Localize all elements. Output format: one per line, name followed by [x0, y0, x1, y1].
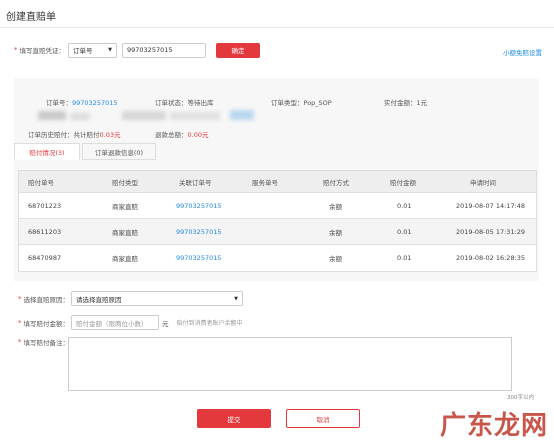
paid-amount-field: 实付金额：1元 [384, 97, 427, 107]
refund-total-field: 退款总额：0.00元 [155, 129, 208, 139]
required-mark: * [14, 46, 18, 54]
confirm-button[interactable]: 确定 [216, 42, 260, 58]
tab-refund-info[interactable]: 订单退款信息(0) [82, 143, 156, 160]
reason-row: * 选择直赔原因： 请选择直赔原因 ▼ [18, 291, 243, 306]
payout-type: 商家直赔 [112, 255, 138, 263]
payout-amount: 0.01 [397, 227, 412, 236]
payout-type: 商家直赔 [112, 228, 138, 237]
payout-table: 赔付单号 赔付类型 关联订单号 服务单号 赔付方式 赔付金额 申请时间 6870… [18, 170, 537, 272]
order-type-value: Pop_SOP [303, 99, 332, 107]
payout-method: 余额 [329, 202, 342, 211]
voucher-row: * 填写直赔凭证： 订单号 ▼ 99703257015 确定 [14, 42, 260, 58]
history-payout-amount: 0.03元 [99, 131, 121, 139]
history-payout-label: 订单历史赔付：共计赔付 [28, 131, 100, 139]
payout-amount: 0.01 [397, 201, 412, 210]
column-header: 赔付金额 [390, 178, 416, 187]
small-amount-settings-link[interactable]: 小额免赔设置 [503, 47, 542, 57]
order-no-field: 订单号：99703257015 [46, 97, 118, 107]
tab-bar: 赔付情况(3) 订单退款信息(0) [14, 143, 158, 160]
column-header: 申请时间 [470, 178, 496, 187]
tab-payout-status[interactable]: 赔付情况(3) [14, 143, 80, 160]
title-divider [0, 27, 554, 28]
column-header: 赔付方式 [323, 178, 349, 187]
required-mark: * [18, 294, 22, 303]
paid-amount-value: 1元 [416, 99, 428, 107]
amount-input[interactable]: 赔付金额（限两位小数） [71, 315, 159, 330]
chevron-down-icon: ▼ [234, 295, 238, 302]
table-row: 68470987 商家直赔 99703257015 余额 0.01 2019-0… [19, 245, 536, 271]
column-header: 赔付单号 [28, 178, 54, 187]
reason-select-value: 请选择直赔原因 [76, 295, 122, 304]
redacted-block [170, 112, 220, 120]
order-number-input[interactable]: 99703257015 [122, 42, 206, 58]
apply-time: 2019-08-07 14:17:48 [456, 201, 526, 210]
payout-id: 68701223 [28, 201, 62, 210]
history-payout-field: 订单历史赔付：共计赔付0.03元 [28, 129, 120, 139]
reason-select[interactable]: 请选择直赔原因 ▼ [71, 291, 243, 306]
apply-time: 2019-08-05 17:31:29 [456, 227, 526, 236]
redacted-block [122, 111, 166, 120]
order-no-label: 订单号： [46, 99, 72, 107]
table-header: 赔付单号 赔付类型 关联订单号 服务单号 赔付方式 赔付金额 申请时间 [19, 171, 536, 193]
related-order-link[interactable]: 99703257015 [176, 219, 222, 244]
remark-label: 填写赔付备注： [23, 339, 70, 347]
refund-total-amount: 0.00元 [187, 131, 209, 139]
order-no-link[interactable]: 99703257015 [72, 99, 118, 107]
payout-id: 68611203 [28, 227, 62, 236]
amount-unit: 元 [162, 319, 169, 328]
column-header: 服务单号 [252, 178, 278, 187]
payout-amount: 0.01 [397, 254, 412, 262]
redacted-block [38, 111, 66, 120]
payout-method: 余额 [329, 255, 342, 263]
order-status-field: 订单状态：等待出库 [155, 97, 214, 107]
chevron-down-icon: ▼ [108, 47, 112, 53]
apply-time: 2019-08-02 16:28:35 [456, 254, 526, 262]
remark-textarea[interactable] [68, 337, 512, 391]
column-header: 赔付类型 [112, 178, 138, 187]
required-mark: * [18, 318, 22, 327]
amount-row: * 填写赔付金额： 赔付金额（限两位小数） 元 赔付到消费者账户余额中 [18, 315, 243, 330]
submit-button[interactable]: 提交 [197, 409, 271, 428]
page-title: 创建直赔单 [6, 12, 56, 23]
amount-hint: 赔付到消费者账户余额中 [176, 320, 243, 327]
reason-label: 选择直赔原因： [23, 295, 70, 304]
redacted-block [70, 113, 90, 120]
table-row: 68701223 商家直赔 99703257015 余额 0.01 2019-0… [19, 193, 536, 219]
payout-type: 商家直赔 [112, 202, 138, 211]
remark-counter: 300字以内 [507, 395, 534, 401]
order-status-value: 等待出库 [187, 99, 214, 107]
order-type-label: 订单类型： [271, 99, 304, 107]
voucher-type-select[interactable]: 订单号 ▼ [68, 42, 117, 58]
cancel-button[interactable]: 取消 [286, 409, 360, 428]
paid-amount-label: 实付金额： [384, 99, 417, 107]
required-mark: * [18, 338, 22, 346]
column-header: 关联订单号 [179, 178, 212, 187]
amount-label: 填写赔付金额： [23, 319, 70, 328]
voucher-label: 填写直赔凭证： [19, 47, 66, 55]
voucher-type-value: 订单号 [73, 47, 93, 55]
refund-total-label: 退款总额： [155, 131, 188, 139]
redacted-block [230, 110, 254, 120]
payout-id: 68470987 [28, 254, 62, 262]
order-status-label: 订单状态： [155, 99, 188, 107]
related-order-link[interactable]: 99703257015 [176, 245, 222, 271]
payout-method: 余额 [329, 228, 342, 237]
order-type-field: 订单类型：Pop_SOP [271, 97, 332, 107]
watermark-logo: 广东龙网 [439, 411, 548, 441]
table-row: 68611203 商家直赔 99703257015 余额 0.01 2019-0… [19, 219, 536, 245]
related-order-link[interactable]: 99703257015 [176, 193, 222, 218]
remark-row: * 填写赔付备注： [18, 337, 69, 347]
